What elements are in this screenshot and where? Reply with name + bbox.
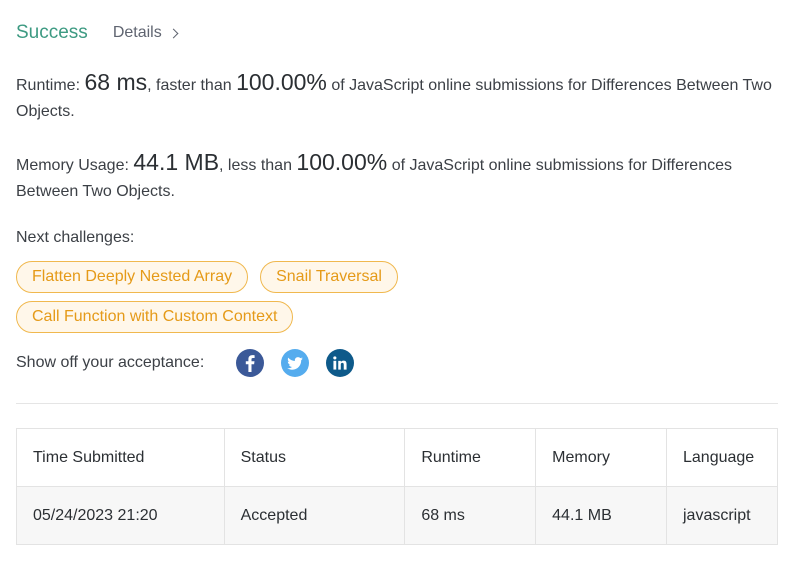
- chevron-right-icon: [168, 28, 179, 39]
- facebook-icon[interactable]: [236, 349, 265, 377]
- column-header-runtime: Runtime: [404, 428, 537, 487]
- runtime-value: 68 ms: [84, 69, 148, 95]
- column-header-language: Language: [666, 428, 778, 487]
- submission-result: Success Details Runtime: 68 ms, faster t…: [0, 0, 800, 578]
- submissions-table: Time Submitted Status Runtime Memory Lan…: [16, 428, 778, 545]
- table-header-row: Time Submitted Status Runtime Memory Lan…: [16, 428, 778, 487]
- column-header-memory: Memory: [535, 428, 667, 487]
- memory-value: 44.1 MB: [133, 149, 220, 175]
- cell-status-accepted[interactable]: Accepted: [223, 486, 406, 545]
- share-label: Show off your acceptance:: [16, 354, 205, 371]
- details-label: Details: [112, 24, 162, 41]
- status-title: Success: [16, 22, 88, 43]
- memory-comparison: , less than: [219, 157, 292, 174]
- runtime-comparison: , faster than: [147, 77, 232, 94]
- column-header-status: Status: [223, 428, 406, 487]
- linkedin-icon[interactable]: [326, 349, 355, 377]
- twitter-icon[interactable]: [281, 349, 310, 377]
- details-link[interactable]: Details: [112, 24, 179, 42]
- runtime-percent: 100.00%: [236, 69, 327, 95]
- facebook-glyph: [246, 354, 255, 372]
- challenge-chip-flatten[interactable]: Flatten Deeply Nested Array: [16, 261, 249, 293]
- runtime-label: Runtime:: [16, 77, 81, 94]
- memory-label: Memory Usage:: [16, 157, 129, 174]
- share-row: Show off your acceptance:: [16, 347, 778, 379]
- runtime-stat: Runtime: 68 ms, faster than 100.00% of J…: [16, 69, 778, 125]
- cell-language: javascript: [666, 486, 778, 545]
- memory-percent: 100.00%: [296, 149, 388, 175]
- column-header-time-submitted: Time Submitted: [16, 428, 225, 487]
- section-divider: [16, 403, 778, 404]
- next-challenges-label: Next challenges:: [16, 229, 135, 246]
- cell-time-submitted: 05/24/2023 21:20: [16, 486, 225, 545]
- next-challenges-list: Flatten Deeply Nested Array Snail Traver…: [16, 261, 456, 333]
- cell-memory: 44.1 MB: [535, 486, 667, 545]
- twitter-glyph: [287, 356, 304, 370]
- memory-stat: Memory Usage: 44.1 MB, less than 100.00%…: [16, 149, 778, 205]
- linkedin-glyph: [333, 356, 347, 370]
- table-row: 05/24/2023 21:20 Accepted 68 ms 44.1 MB …: [16, 486, 778, 545]
- cell-runtime: 68 ms: [404, 486, 537, 545]
- result-header: Success Details: [16, 0, 778, 66]
- challenge-chip-call-function[interactable]: Call Function with Custom Context: [16, 301, 294, 333]
- challenge-chip-snail[interactable]: Snail Traversal: [260, 261, 398, 293]
